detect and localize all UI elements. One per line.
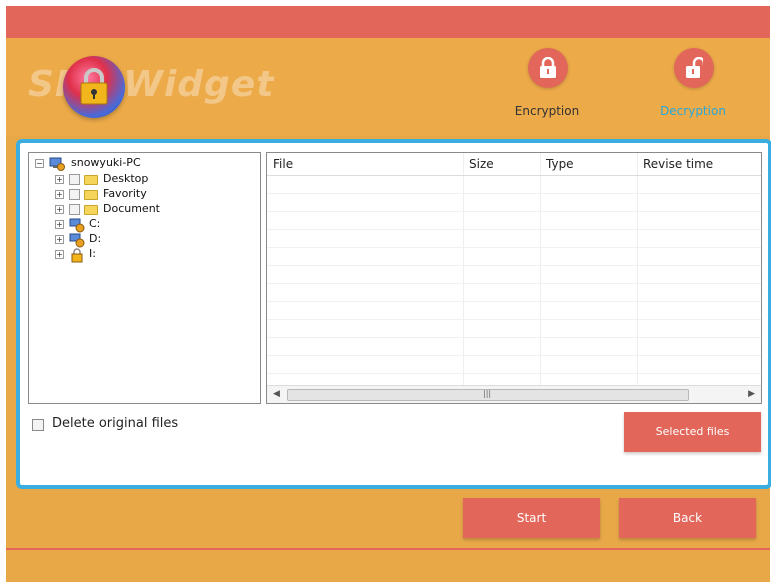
- folder-icon: [84, 175, 98, 185]
- decryption-label: Decryption: [660, 104, 726, 118]
- delete-original-checkbox[interactable]: [32, 419, 44, 431]
- horizontal-scrollbar[interactable]: ◀ ||| ▶: [267, 385, 761, 403]
- expand-icon[interactable]: +: [55, 250, 64, 259]
- locked-drive-icon: [71, 248, 83, 263]
- drive-icon: [69, 233, 85, 248]
- encryption-mode-button[interactable]: Encryption: [492, 48, 602, 118]
- column-header-type[interactable]: Type: [540, 153, 637, 175]
- grip-icon: |||: [483, 389, 492, 398]
- back-button[interactable]: Back: [619, 498, 756, 538]
- row-divider: [267, 229, 761, 230]
- footer-divider: [6, 548, 770, 550]
- row-divider: [267, 301, 761, 302]
- unlocked-padlock-icon: [686, 57, 703, 78]
- start-button[interactable]: Start: [463, 498, 600, 538]
- row-divider: [267, 211, 761, 212]
- padlock-icon: [80, 68, 108, 105]
- checkbox[interactable]: [69, 204, 80, 215]
- row-divider: [267, 337, 761, 338]
- decryption-icon-badge: [674, 48, 714, 88]
- row-divider: [267, 373, 761, 374]
- app-window: SPP Widget Encryption Decryption − snowy…: [6, 6, 771, 582]
- expand-icon[interactable]: +: [55, 220, 64, 229]
- folder-icon: [84, 205, 98, 215]
- column-header-file[interactable]: File: [267, 153, 463, 175]
- row-divider: [267, 265, 761, 266]
- tree-item-label: Desktop: [103, 172, 149, 185]
- tree-item-label: D:: [89, 232, 102, 245]
- scroll-right-arrow-icon[interactable]: ▶: [748, 389, 755, 399]
- header-divider: [267, 175, 761, 176]
- selected-files-button[interactable]: Selected files: [624, 412, 761, 452]
- row-divider: [267, 283, 761, 284]
- folder-tree[interactable]: − snowyuki-PC + Desktop + Favority + Doc…: [28, 152, 261, 404]
- drive-icon: [69, 218, 85, 233]
- decryption-mode-button[interactable]: Decryption: [638, 48, 748, 118]
- delete-original-label: Delete original files: [52, 416, 179, 431]
- expand-icon[interactable]: +: [55, 235, 64, 244]
- encryption-icon-badge: [528, 48, 568, 88]
- column-header-size[interactable]: Size: [463, 153, 540, 175]
- scrollbar-thumb[interactable]: |||: [287, 389, 689, 401]
- row-divider: [267, 247, 761, 248]
- checkbox[interactable]: [69, 174, 80, 185]
- expand-icon[interactable]: +: [55, 190, 64, 199]
- encryption-label: Encryption: [514, 104, 580, 118]
- tree-item-label: Document: [103, 202, 160, 215]
- row-divider: [267, 193, 761, 194]
- row-divider: [267, 319, 761, 320]
- title-bar[interactable]: [6, 6, 770, 38]
- tree-item-label: Favority: [103, 187, 147, 200]
- folder-icon: [84, 190, 98, 200]
- column-divider: [540, 153, 541, 385]
- column-divider: [463, 153, 464, 385]
- app-logo: SPP Widget: [18, 48, 273, 128]
- checkbox[interactable]: [69, 189, 80, 200]
- scroll-left-arrow-icon[interactable]: ◀: [273, 389, 280, 399]
- expand-icon[interactable]: +: [55, 175, 64, 184]
- computer-icon: [49, 157, 65, 171]
- header: SPP Widget Encryption Decryption: [6, 38, 770, 136]
- tree-root-label: snowyuki-PC: [71, 156, 141, 169]
- main-panel: − snowyuki-PC + Desktop + Favority + Doc…: [16, 139, 771, 489]
- tree-item-label: I:: [89, 247, 96, 260]
- expand-icon[interactable]: +: [55, 205, 64, 214]
- collapse-icon[interactable]: −: [35, 159, 44, 168]
- column-divider: [637, 153, 638, 385]
- tree-item-label: C:: [89, 217, 101, 230]
- row-divider: [267, 355, 761, 356]
- locked-padlock-icon: [540, 57, 556, 78]
- column-header-revise-time[interactable]: Revise time: [637, 153, 761, 175]
- file-list[interactable]: File Size Type Revise time ◀ ||| ▶: [266, 152, 762, 404]
